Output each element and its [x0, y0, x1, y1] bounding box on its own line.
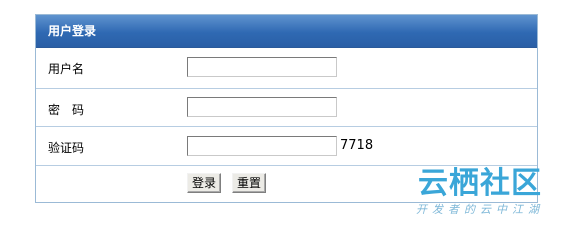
reset-button[interactable]: 重置	[232, 173, 267, 193]
password-input[interactable]	[187, 97, 337, 117]
captcha-label: 验证码	[48, 141, 85, 155]
captcha-row: 验证码 7718	[36, 127, 537, 166]
watermark-logo: 云栖社区 开发者的云中江湖	[395, 166, 565, 228]
watermark-main-text: 云栖社区	[418, 166, 542, 201]
captcha-input[interactable]	[187, 136, 337, 156]
username-label: 用户名	[48, 62, 85, 76]
password-row: 密 码	[36, 89, 537, 127]
username-input[interactable]	[187, 57, 337, 77]
password-label: 密 码	[48, 103, 85, 117]
panel-title: 用户登录	[36, 15, 537, 48]
captcha-code: 7718	[340, 138, 374, 153]
username-row: 用户名	[36, 48, 537, 89]
watermark-sub-text: 开发者的云中江湖	[416, 203, 544, 216]
login-button[interactable]: 登录	[187, 173, 222, 193]
